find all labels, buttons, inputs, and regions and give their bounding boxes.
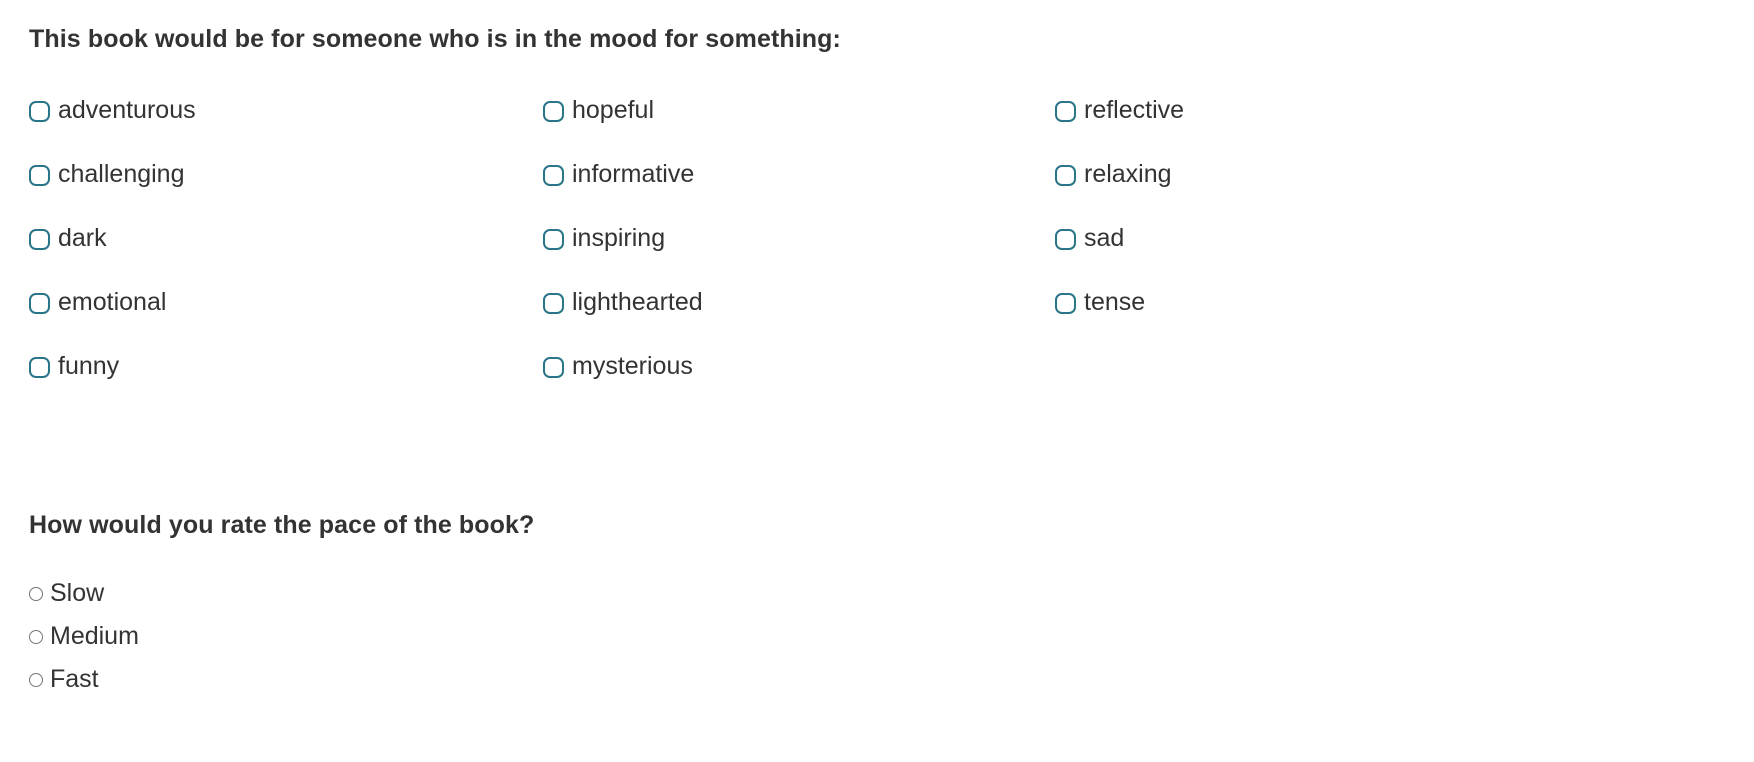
checkbox-icon[interactable] xyxy=(1055,292,1076,314)
pace-question-section: How would you rate the pace of the book?… xyxy=(29,510,929,701)
checkbox-label: sad xyxy=(1084,224,1125,253)
checkbox-option-relaxing[interactable]: relaxing xyxy=(1055,158,1729,192)
checkbox-label: dark xyxy=(58,224,107,253)
checkbox-option-sad[interactable]: sad xyxy=(1055,222,1729,256)
checkbox-label: inspiring xyxy=(572,224,666,253)
checkbox-option-informative[interactable]: informative xyxy=(543,158,1055,192)
checkbox-option-hopeful[interactable]: hopeful xyxy=(543,94,1055,128)
checkbox-icon[interactable] xyxy=(543,164,564,186)
checkbox-label: informative xyxy=(572,160,695,189)
checkbox-option-emotional[interactable]: emotional xyxy=(29,286,543,320)
checkbox-icon[interactable] xyxy=(29,100,50,122)
checkbox-option-adventurous[interactable]: adventurous xyxy=(29,94,543,128)
radio-label: Fast xyxy=(50,664,99,693)
pace-options-list: Slow Medium Fast xyxy=(29,572,929,701)
checkbox-option-dark[interactable]: dark xyxy=(29,222,543,256)
checkbox-label: funny xyxy=(58,352,120,381)
mood-question-section: This book would be for someone who is in… xyxy=(29,24,1729,414)
checkbox-icon[interactable] xyxy=(543,292,564,314)
checkbox-label: emotional xyxy=(58,288,167,317)
mood-options-grid: adventurous hopeful reflective challengi… xyxy=(29,94,1729,414)
checkbox-label: lighthearted xyxy=(572,288,703,317)
pace-question-heading: How would you rate the pace of the book? xyxy=(29,511,535,539)
checkbox-label: relaxing xyxy=(1084,160,1172,189)
radio-option-medium[interactable]: Medium xyxy=(29,615,929,658)
radio-option-slow[interactable]: Slow xyxy=(29,572,929,615)
checkbox-label: hopeful xyxy=(572,96,655,125)
mood-question-heading: This book would be for someone who is in… xyxy=(29,25,841,53)
checkbox-icon[interactable] xyxy=(29,292,50,314)
checkbox-icon[interactable] xyxy=(29,228,50,250)
checkbox-option-challenging[interactable]: challenging xyxy=(29,158,543,192)
radio-option-fast[interactable]: Fast xyxy=(29,658,929,701)
checkbox-label: tense xyxy=(1084,288,1146,317)
survey-page: This book would be for someone who is in… xyxy=(0,0,1754,762)
checkbox-option-reflective[interactable]: reflective xyxy=(1055,94,1729,128)
radio-icon[interactable] xyxy=(29,629,43,644)
checkbox-icon[interactable] xyxy=(543,356,564,378)
checkbox-icon[interactable] xyxy=(29,164,50,186)
checkbox-label: reflective xyxy=(1084,96,1185,125)
checkbox-icon[interactable] xyxy=(1055,164,1076,186)
checkbox-option-funny[interactable]: funny xyxy=(29,350,543,384)
checkbox-label: mysterious xyxy=(572,352,693,381)
checkbox-icon[interactable] xyxy=(1055,228,1076,250)
checkbox-icon[interactable] xyxy=(543,100,564,122)
checkbox-option-tense[interactable]: tense xyxy=(1055,286,1729,320)
radio-icon[interactable] xyxy=(29,586,43,601)
checkbox-icon[interactable] xyxy=(1055,100,1076,122)
checkbox-label: adventurous xyxy=(58,96,196,125)
checkbox-icon[interactable] xyxy=(543,228,564,250)
radio-icon[interactable] xyxy=(29,672,43,687)
radio-label: Slow xyxy=(50,578,105,607)
checkbox-option-mysterious[interactable]: mysterious xyxy=(543,350,1055,384)
checkbox-option-lighthearted[interactable]: lighthearted xyxy=(543,286,1055,320)
radio-label: Medium xyxy=(50,621,139,650)
checkbox-option-inspiring[interactable]: inspiring xyxy=(543,222,1055,256)
checkbox-icon[interactable] xyxy=(29,356,50,378)
checkbox-label: challenging xyxy=(58,160,185,189)
